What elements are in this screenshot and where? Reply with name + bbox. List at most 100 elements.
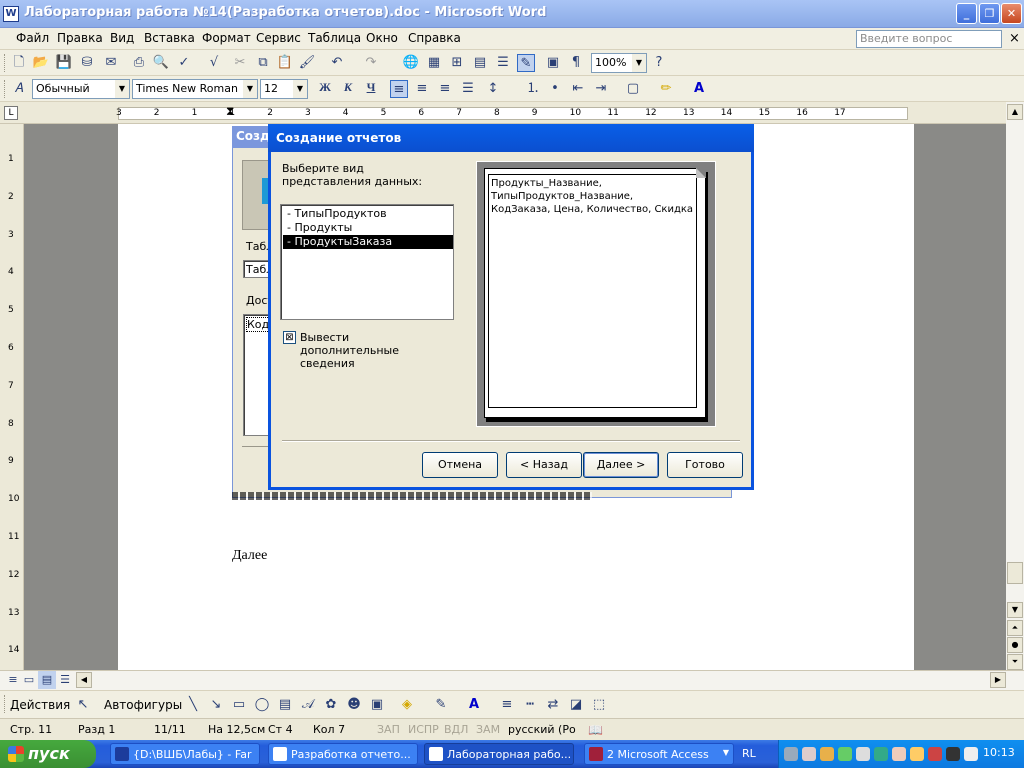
document-text-dalee[interactable]: Далее xyxy=(232,548,267,564)
scroll-up-icon[interactable]: ▲ xyxy=(1007,104,1023,120)
menu-file[interactable]: Файл xyxy=(16,31,49,45)
menu-window[interactable]: Окно xyxy=(366,31,398,45)
status-ext[interactable]: ВДЛ xyxy=(444,723,468,736)
menu-insert[interactable]: Вставка xyxy=(144,31,195,45)
numbering-icon[interactable]: ⒈ xyxy=(524,80,542,98)
show-details-label[interactable]: Вывести дополнительные сведения xyxy=(300,331,450,370)
vertical-scrollbar[interactable]: ▲ ▼ ⏶ ● ⏷ xyxy=(1006,102,1024,670)
show-formatting-icon[interactable]: ¶ xyxy=(567,54,585,72)
menu-edit[interactable]: Правка xyxy=(57,31,103,45)
drawing-icon[interactable]: ✎ xyxy=(517,54,535,72)
minimize-button[interactable]: _ xyxy=(956,3,977,24)
task-far[interactable]: {D:\ВШБ\Лабы} - Far xyxy=(110,743,260,765)
tray-app-icon[interactable] xyxy=(928,747,942,761)
menu-help[interactable]: Справка xyxy=(408,31,461,45)
outline-view-icon[interactable]: ☰ xyxy=(56,671,74,689)
font-size-select[interactable]: 12 ▼ xyxy=(260,79,308,99)
clipart-icon[interactable]: ☻ xyxy=(345,696,363,714)
align-center-icon[interactable]: ≡ xyxy=(413,80,431,98)
redo-icon[interactable]: ↷ xyxy=(362,54,380,72)
insert-table-icon[interactable]: ⊞ xyxy=(448,54,466,72)
zoom-select[interactable]: 100% ▼ xyxy=(591,53,647,73)
format-painter-icon[interactable]: 🖌 xyxy=(298,54,316,72)
language-indicator[interactable]: RL xyxy=(742,747,756,760)
wordart-icon[interactable]: 𝒜 xyxy=(299,696,317,714)
list-item-product-types[interactable]: - ТипыПродуктов xyxy=(283,207,453,221)
tray-app-icon[interactable] xyxy=(964,747,978,761)
scroll-down-icon[interactable]: ▼ xyxy=(1007,602,1023,618)
help-icon[interactable]: ? xyxy=(650,54,668,72)
menu-view[interactable]: Вид xyxy=(110,31,134,45)
line-icon[interactable]: ╲ xyxy=(184,696,202,714)
increase-indent-icon[interactable]: ⇥ xyxy=(592,80,610,98)
menu-format[interactable]: Формат xyxy=(202,31,251,45)
back-button[interactable]: < Назад xyxy=(506,452,582,478)
decrease-indent-icon[interactable]: ⇤ xyxy=(569,80,587,98)
align-right-icon[interactable]: ≡ xyxy=(436,80,454,98)
arrow-icon[interactable]: ↘ xyxy=(207,696,225,714)
status-trk[interactable]: ИСПР xyxy=(408,723,439,736)
underline-button[interactable]: Ч xyxy=(362,80,380,98)
task-report-doc[interactable]: Разработка отчето... xyxy=(268,743,418,765)
print-icon[interactable]: ⎙ xyxy=(130,54,148,72)
browse-object-icon[interactable]: ● xyxy=(1007,637,1023,653)
line-color-icon[interactable]: ✎ xyxy=(432,696,450,714)
save-icon[interactable]: 💾 xyxy=(55,54,73,72)
scroll-thumb[interactable] xyxy=(1007,562,1023,584)
textbox-icon[interactable]: ▤ xyxy=(276,696,294,714)
restore-button[interactable]: ❐ xyxy=(979,3,1000,24)
insert-excel-icon[interactable]: ▤ xyxy=(471,54,489,72)
menu-tools[interactable]: Сервис xyxy=(256,31,301,45)
actions-menu[interactable]: Действия xyxy=(10,698,70,712)
email-icon[interactable]: ✉ xyxy=(102,54,120,72)
style-select[interactable]: Обычный ▼ xyxy=(32,79,130,99)
printer-icon[interactable] xyxy=(784,747,798,761)
finish-button[interactable]: Готово xyxy=(667,452,743,478)
rectangle-icon[interactable]: ▭ xyxy=(230,696,248,714)
vertical-ruler[interactable]: 1 2 3 4 5 6 7 8 9 10 11 12 13 14 xyxy=(0,124,24,670)
show-details-checkbox[interactable]: ⊠ xyxy=(283,331,296,344)
paste-icon[interactable]: 📋 xyxy=(276,54,294,72)
hyperlink-icon[interactable]: 🌐 xyxy=(402,54,420,72)
italic-button[interactable]: К xyxy=(339,80,357,98)
spelling-icon[interactable]: ✓ xyxy=(175,54,193,72)
tray-app-icon[interactable] xyxy=(910,747,924,761)
menu-table[interactable]: Таблица xyxy=(308,31,361,45)
status-rec[interactable]: ЗАП xyxy=(377,723,400,736)
tables-borders-icon[interactable]: ▦ xyxy=(425,54,443,72)
horizontal-ruler[interactable]: L 3 2 1 1 2 3 4 5 6 7 8 9 10 11 12 13 14 15 16 17 ⧗ xyxy=(0,102,1024,124)
cancel-button[interactable]: Отмена xyxy=(422,452,498,478)
close-button[interactable]: ✕ xyxy=(1001,3,1022,24)
prev-page-icon[interactable]: ⏶ xyxy=(1007,620,1023,636)
fill-color-icon[interactable]: ◈ xyxy=(398,696,416,714)
word-app-icon[interactable]: W xyxy=(3,6,19,22)
align-left-icon[interactable]: ≡ xyxy=(390,80,408,98)
print-preview-icon[interactable]: 🔍 xyxy=(152,54,170,72)
shadow-icon[interactable]: ◪ xyxy=(567,696,585,714)
borders-icon[interactable]: ▢ xyxy=(624,80,642,98)
spelling-status-icon[interactable]: 📖 xyxy=(588,723,603,737)
report-wizard-title[interactable]: Создание отчетов xyxy=(268,124,754,152)
indent-marker-icon[interactable]: ⧗ xyxy=(226,104,234,119)
diagram-icon[interactable]: ✿ xyxy=(322,696,340,714)
list-item-order-products[interactable]: - ПродуктыЗаказа xyxy=(283,235,453,249)
tray-app-icon[interactable] xyxy=(838,747,852,761)
picture-icon[interactable]: ▣ xyxy=(368,696,386,714)
bullets-icon[interactable]: • xyxy=(546,80,564,98)
close-document-icon[interactable]: × xyxy=(1009,31,1020,46)
web-view-icon[interactable]: ▭ xyxy=(20,671,38,689)
justify-icon[interactable]: ☰ xyxy=(459,80,477,98)
new-doc-icon[interactable]: 🗋 xyxy=(10,54,28,72)
permissions-icon[interactable]: ⛁ xyxy=(78,54,96,72)
undo-icon[interactable]: ↶ xyxy=(328,54,346,72)
copy-icon[interactable]: ⧉ xyxy=(254,54,272,72)
tray-app-icon[interactable] xyxy=(946,747,960,761)
line-spacing-icon[interactable]: ↕ xyxy=(484,80,502,98)
columns-icon[interactable]: ☰ xyxy=(494,54,512,72)
task-access[interactable]: 2 Microsoft Access ▼ xyxy=(584,743,734,765)
task-word[interactable]: Лабораторная рабо... xyxy=(424,743,574,765)
cut-icon[interactable]: ✂ xyxy=(231,54,249,72)
dash-style-icon[interactable]: ┅ xyxy=(521,696,539,714)
list-item-products[interactable]: - Продукты xyxy=(283,221,453,235)
print-view-icon[interactable]: ▤ xyxy=(38,671,56,689)
